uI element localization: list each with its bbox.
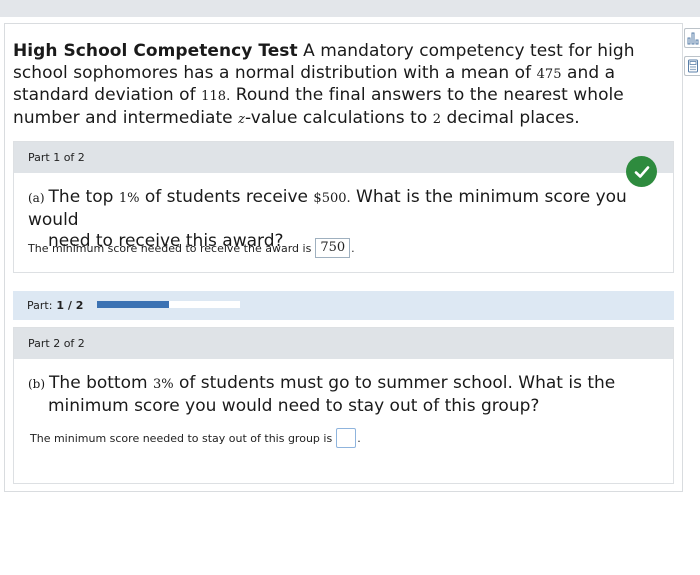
part1-answer-line: The minimum score needed to receive the … (28, 238, 355, 258)
bar-chart-tool-button[interactable] (684, 28, 700, 48)
part1-percent: 1% (118, 191, 140, 206)
part2-answer-field[interactable] (336, 428, 357, 448)
decimals-value: 2 (432, 111, 442, 127)
part1-answer-period: . (351, 241, 355, 255)
part2-answer-period: . (357, 431, 361, 445)
check-icon (634, 165, 649, 178)
part1-text: The top (48, 187, 119, 207)
mean-value: 475 (536, 66, 562, 82)
part1-answer-prompt: The minimum score needed to receive the … (28, 241, 312, 255)
part2-text-line2: minimum score you would need to stay out… (48, 395, 540, 416)
problem-text-end: decimal places. (441, 107, 580, 128)
progress-strip: Part: 1 / 2 (13, 291, 674, 320)
part2-answer-line: The minimum score needed to stay out of … (30, 428, 361, 448)
progress-label: Part: (27, 299, 53, 312)
part1-answer-field[interactable]: 750 (315, 238, 351, 258)
part2-answer-prompt: The minimum score needed to stay out of … (30, 431, 333, 445)
z-variable: z (238, 111, 246, 127)
part2-percent: 3% (152, 377, 174, 392)
top-toolbar (0, 0, 700, 17)
part1-amount: $500. (313, 191, 351, 206)
calculator-tool-button[interactable] (684, 56, 700, 76)
side-tools (684, 28, 700, 84)
part2-text: The bottom (49, 373, 153, 393)
part1-label: (a) (28, 191, 45, 205)
problem-text-decimals: -value calculations to (245, 107, 433, 128)
sd-value: 118. (201, 89, 231, 104)
problem-statement: High School Competency Test A mandatory … (13, 41, 678, 130)
part2-header: Part 2 of 2 (14, 328, 673, 359)
part2-question: (b) The bottom 3% of students must go to … (28, 373, 668, 417)
toolbar-edge (0, 17, 700, 22)
problem-title: High School Competency Test (13, 41, 298, 61)
progress-bar (97, 301, 240, 308)
progress-fraction: 1 / 2 (56, 299, 84, 312)
part2-text-end: of students must go to summer school. Wh… (173, 373, 616, 393)
part2-label: (b) (28, 377, 46, 391)
bar-chart-icon (687, 32, 698, 45)
calculator-icon (687, 59, 698, 73)
part1-header: Part 1 of 2 (14, 142, 673, 173)
correct-check-badge (626, 156, 657, 187)
progress-bar-fill (97, 301, 169, 308)
part1-text-mid: of students receive (139, 187, 314, 207)
